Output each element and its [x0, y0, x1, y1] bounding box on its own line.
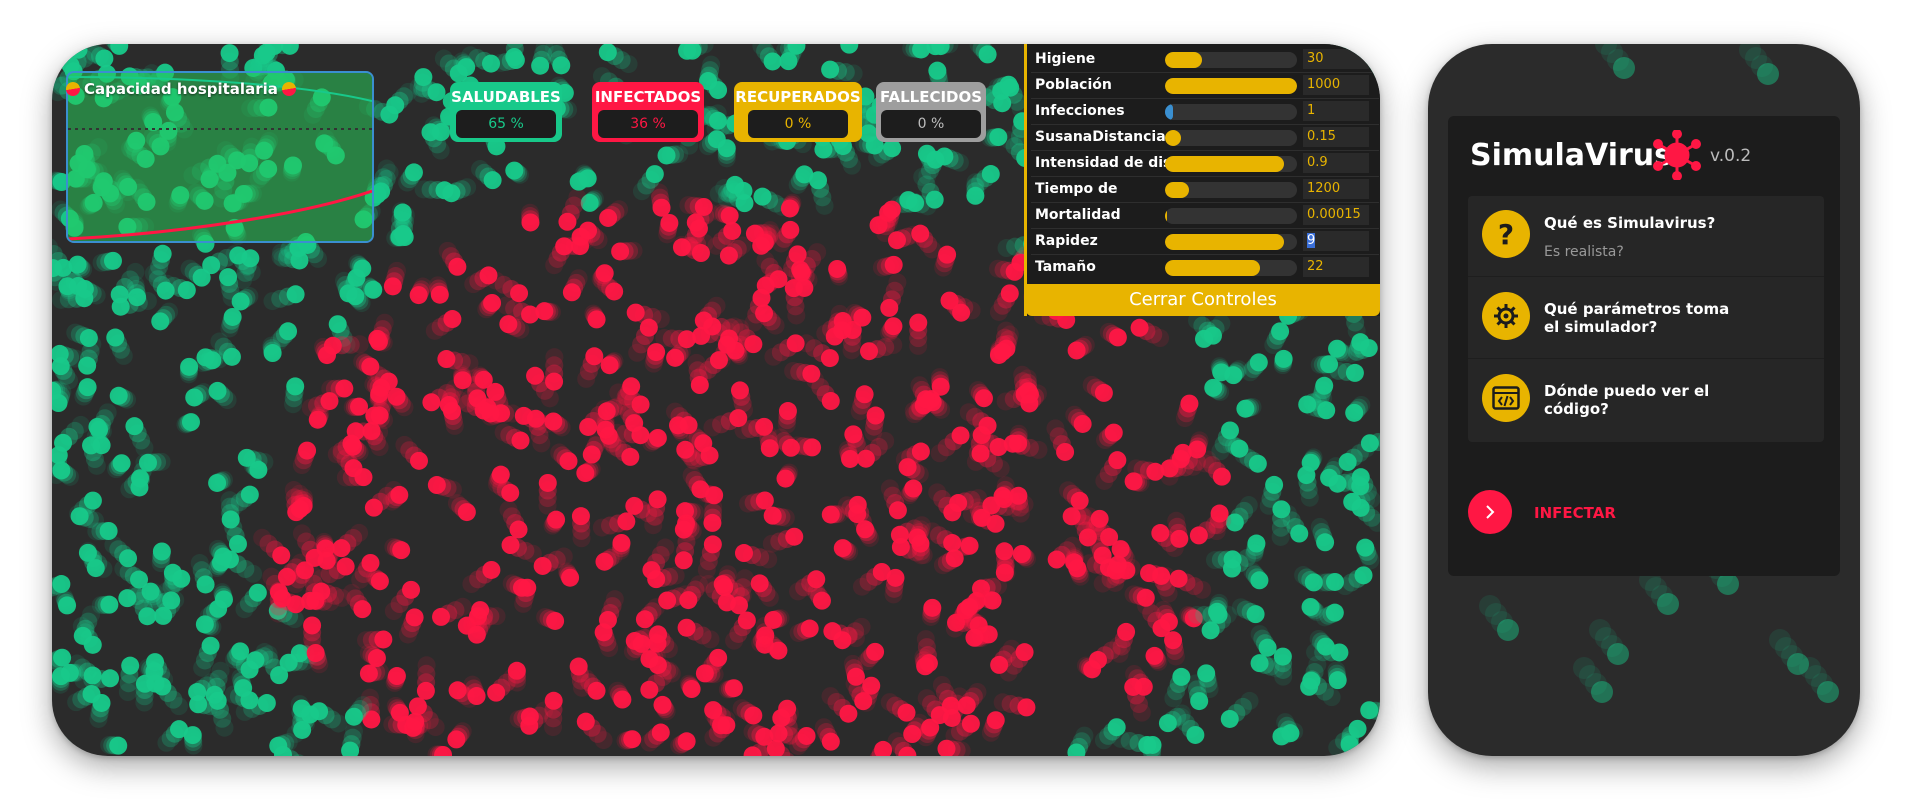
stat-recovered-label: RECUPERADOS: [735, 88, 861, 106]
control-value-input[interactable]: 30: [1303, 49, 1369, 69]
stat-dead-value: 0 %: [881, 110, 981, 138]
control-label: Población: [1035, 77, 1112, 93]
control-label: Higiene: [1035, 51, 1096, 67]
control-slider[interactable]: [1165, 130, 1297, 146]
virus-icon: [1653, 130, 1701, 180]
control-slider-fill: [1165, 52, 1202, 68]
control-row-intensidad: Intensidad de dist. 0.9: [1031, 150, 1379, 177]
version-label: v.0.2: [1710, 146, 1752, 166]
control-row-rapidez: Rapidez 9: [1031, 228, 1379, 255]
menu-item-subtitle[interactable]: Es realista?: [1544, 244, 1624, 260]
code-icon: [1482, 374, 1530, 422]
control-slider-fill: [1165, 234, 1284, 250]
hospital-capacity-title: Capacidad hospitalaria: [63, 79, 299, 99]
control-value: 0.00015: [1307, 207, 1361, 222]
stat-recovered: RECUPERADOS 0 %: [734, 82, 862, 142]
control-slider[interactable]: [1165, 104, 1297, 120]
mobile-frame: SimulaVirus v.0.2 ? Qué es Simulavirus? …: [1428, 44, 1860, 756]
control-slider[interactable]: [1165, 260, 1297, 276]
control-slider-fill: [1165, 78, 1297, 94]
control-value: 1000: [1307, 77, 1341, 92]
stat-healthy: SALUDABLES 65 %: [450, 82, 562, 142]
simulation-desktop-frame: Capacidad hospitalaria SALUDABLES 65 % I…: [52, 44, 1380, 756]
menu-panel: SimulaVirus v.0.2 ? Qué es Simulavirus? …: [1448, 116, 1840, 576]
hospital-capacity-label: Capacidad hospitalaria: [84, 80, 278, 98]
stat-healthy-label: SALUDABLES: [451, 88, 561, 106]
control-label: Intensidad de dist.: [1035, 155, 1184, 171]
infect-button[interactable]: [1468, 490, 1512, 534]
menu-item-code[interactable]: Dónde puedo ver el código?: [1468, 360, 1824, 440]
menu-item-parameters[interactable]: Qué parámetros toma el simulador?: [1468, 278, 1824, 359]
close-controls-button[interactable]: Cerrar Controles: [1026, 284, 1380, 316]
control-value-input[interactable]: 1200: [1303, 179, 1369, 199]
controls-panel: Higiene 30 Población 1000 Infecciones 1 …: [1024, 44, 1380, 316]
control-slider-fill: [1165, 104, 1173, 120]
control-slider[interactable]: [1165, 208, 1297, 224]
infect-label[interactable]: INFECTAR: [1534, 504, 1616, 522]
control-label: Tamaño: [1035, 259, 1096, 275]
control-value: 1200: [1307, 181, 1341, 196]
stat-recovered-value: 0 %: [748, 110, 848, 138]
control-label: SusanaDistancia: [1035, 129, 1166, 145]
control-slider[interactable]: [1165, 156, 1297, 172]
stat-infected: INFECTADOS 36 %: [592, 82, 704, 142]
menu-item-title: Dónde puedo ver el código?: [1544, 382, 1710, 418]
control-label: Rapidez: [1035, 233, 1098, 249]
control-slider[interactable]: [1165, 182, 1297, 198]
pill-icon: [63, 79, 83, 99]
control-slider-fill: [1165, 156, 1284, 172]
control-value: 0.15: [1307, 129, 1336, 144]
control-slider-fill: [1165, 260, 1261, 276]
control-value-input[interactable]: 0.00015: [1303, 205, 1369, 225]
menu-items: ? Qué es Simulavirus? Es realista? Qué p…: [1468, 196, 1824, 442]
control-label: Mortalidad: [1035, 207, 1121, 223]
control-value-input[interactable]: 22: [1303, 257, 1369, 277]
stat-dead-label: FALLECIDOS: [879, 88, 983, 106]
control-value-input[interactable]: 1000: [1303, 75, 1369, 95]
control-value-input[interactable]: 1: [1303, 101, 1369, 121]
control-label: Tiempo de: [1035, 181, 1118, 197]
control-slider-fill: [1165, 208, 1167, 224]
control-row-tiempo: Tiempo de 1200: [1031, 176, 1379, 203]
control-value-input[interactable]: 0.15: [1303, 127, 1369, 147]
question-icon: ?: [1482, 210, 1530, 258]
control-value-input[interactable]: 0.9: [1303, 153, 1369, 173]
stat-infected-value: 36 %: [598, 110, 698, 138]
chevron-right-icon: [1486, 505, 1495, 519]
control-slider-fill: [1165, 182, 1189, 198]
control-value: 22: [1307, 259, 1324, 274]
gear-icon: [1482, 292, 1530, 340]
stat-dead: FALLECIDOS 0 %: [876, 82, 986, 142]
control-row-susana-distancia: SusanaDistancia 0.15: [1031, 124, 1379, 151]
control-row-tamano: Tamaño 22: [1031, 254, 1379, 280]
control-value: 0.9: [1307, 155, 1328, 170]
stat-infected-label: INFECTADOS: [594, 88, 702, 106]
control-row-infecciones: Infecciones 1: [1031, 98, 1379, 125]
control-value: 30: [1307, 51, 1324, 66]
pill-icon: [279, 79, 299, 99]
menu-item-title: Qué parámetros toma el simulador?: [1544, 300, 1730, 336]
control-row-mortalidad: Mortalidad 0.00015: [1031, 202, 1379, 229]
control-value-input[interactable]: 9: [1303, 231, 1369, 251]
control-value: 1: [1307, 103, 1316, 118]
menu-item-title: Qué es Simulavirus?: [1544, 214, 1716, 232]
control-slider-fill: [1165, 130, 1181, 146]
control-slider[interactable]: [1165, 52, 1297, 68]
control-value: 9: [1307, 233, 1316, 248]
stat-healthy-value: 65 %: [456, 110, 556, 138]
control-slider[interactable]: [1165, 234, 1297, 250]
control-row-poblacion: Población 1000: [1031, 72, 1379, 99]
control-label: Infecciones: [1035, 103, 1125, 119]
menu-item-what-is[interactable]: ? Qué es Simulavirus? Es realista?: [1468, 196, 1824, 277]
control-slider[interactable]: [1165, 78, 1297, 94]
brand-title: SimulaVirus: [1470, 138, 1673, 173]
control-row-higiene: Higiene 30: [1031, 46, 1379, 73]
